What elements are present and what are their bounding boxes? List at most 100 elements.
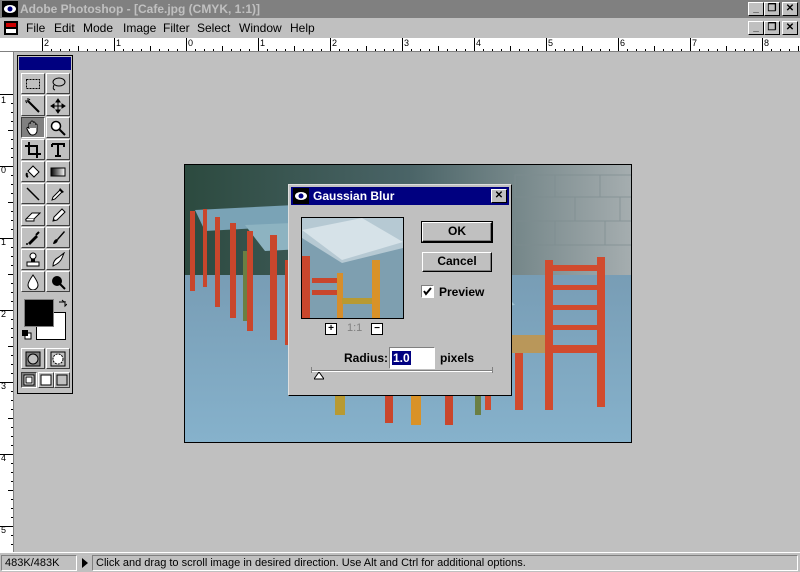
dialog-close-button[interactable]: ✕ <box>491 189 507 203</box>
ruler-label: 3 <box>1 381 7 391</box>
ruler-label: 2 <box>44 38 50 48</box>
document-control-icon[interactable] <box>3 20 19 36</box>
slider-thumb-icon[interactable] <box>314 372 324 380</box>
type-icon <box>51 143 65 157</box>
standard-mode-icon <box>25 351 41 367</box>
gradient-tool[interactable] <box>46 161 70 182</box>
menu-edit[interactable]: Edit <box>54 21 75 35</box>
default-colors-icon[interactable] <box>22 330 32 340</box>
preview-label[interactable]: Preview <box>439 285 484 299</box>
menu-file[interactable]: File <box>26 21 45 35</box>
menu-image[interactable]: Image <box>123 21 156 35</box>
color-swatch-area <box>21 297 70 343</box>
ruler-label: 2 <box>1 309 7 319</box>
restore-icon: ❐ <box>767 22 777 33</box>
zoom-in-button[interactable]: + <box>325 323 337 335</box>
toolbox-title-bar[interactable] <box>19 57 71 70</box>
swap-colors-icon[interactable] <box>57 299 67 309</box>
screen-mode-full-menu[interactable] <box>38 372 54 388</box>
type-tool[interactable] <box>46 139 70 160</box>
doc-restore-button[interactable]: ❐ <box>764 21 780 35</box>
menu-filter[interactable]: Filter <box>163 21 190 35</box>
zoom-tool[interactable] <box>46 117 70 138</box>
quick-mask-button[interactable] <box>46 348 70 369</box>
marquee-tool[interactable] <box>21 73 45 94</box>
foreground-color-swatch[interactable] <box>24 299 54 327</box>
burn-tool[interactable] <box>46 271 70 292</box>
pencil-tool[interactable] <box>46 205 70 226</box>
photoshop-eye-icon <box>293 188 309 204</box>
smudge-tool[interactable] <box>46 249 70 270</box>
magic-wand-tool[interactable] <box>21 95 45 116</box>
radius-label: Radius: <box>344 351 389 365</box>
plus-icon: + <box>328 323 334 334</box>
minimize-button[interactable]: _ <box>748 2 764 16</box>
pencil-icon <box>52 208 66 222</box>
eyedropper-tool[interactable] <box>46 183 70 204</box>
lasso-icon <box>52 77 66 91</box>
magnifier-icon <box>50 120 66 136</box>
blur-preview[interactable] <box>301 217 404 319</box>
radius-value: 1.0 <box>392 351 411 365</box>
minimize-icon: _ <box>753 3 759 14</box>
rubber-stamp-tool[interactable] <box>21 249 45 270</box>
line-icon <box>26 187 40 201</box>
close-button[interactable]: ✕ <box>782 2 798 16</box>
eraser-icon <box>25 212 41 222</box>
airbrush-tool[interactable] <box>21 227 45 248</box>
quick-mask-icon <box>50 351 66 367</box>
horizontal-ruler[interactable]: 2 1 0 1 2 3 4 5 6 7 8 <box>0 38 800 52</box>
ruler-label: 1 <box>116 38 122 48</box>
magic-wand-icon <box>25 98 40 113</box>
menu-select[interactable]: Select <box>197 21 230 35</box>
crop-icon <box>25 142 41 158</box>
blur-tool[interactable] <box>21 271 45 292</box>
ruler-label: 8 <box>764 38 770 48</box>
status-arrow-icon[interactable] <box>80 558 90 568</box>
menu-help[interactable]: Help <box>290 21 315 35</box>
close-icon: ✕ <box>785 3 795 14</box>
restore-button[interactable]: ❐ <box>764 2 780 16</box>
dialog-title-bar[interactable]: Gaussian Blur ✕ <box>291 187 509 205</box>
screen-mode-full[interactable] <box>54 372 70 388</box>
minus-icon: − <box>374 323 380 334</box>
standard-mode-button[interactable] <box>21 348 45 369</box>
ruler-label: 5 <box>548 38 554 48</box>
crop-tool[interactable] <box>21 139 45 160</box>
ruler-label: 0 <box>188 38 194 48</box>
doc-minimize-button[interactable]: _ <box>748 21 764 35</box>
eraser-tool[interactable] <box>21 205 45 226</box>
radius-unit: pixels <box>440 351 475 365</box>
zoom-level: 1:1 <box>347 322 363 334</box>
app-title-bar[interactable]: Adobe Photoshop - [Cafe.jpg (CMYK, 1:1)]… <box>0 0 800 18</box>
radius-input[interactable]: 1.0 <box>389 347 435 369</box>
vertical-ruler[interactable]: 1 0 1 2 3 4 5 <box>0 52 14 552</box>
doc-close-button[interactable]: ✕ <box>782 21 798 35</box>
radius-slider-track[interactable] <box>311 370 493 372</box>
ruler-label: 1 <box>1 95 7 105</box>
line-tool[interactable] <box>21 183 45 204</box>
marquee-icon <box>26 79 40 89</box>
menu-mode[interactable]: Mode <box>83 21 113 35</box>
move-tool[interactable] <box>46 95 70 116</box>
screen-mode-standard[interactable] <box>21 372 37 388</box>
burn-icon <box>52 276 66 290</box>
preview-checkbox[interactable] <box>421 285 434 298</box>
paint-bucket-tool[interactable] <box>21 161 45 182</box>
hand-tool[interactable] <box>21 117 45 138</box>
ok-button[interactable]: OK <box>421 221 493 243</box>
lasso-tool[interactable] <box>46 73 70 94</box>
document-size: 483K/483K <box>1 555 77 571</box>
paintbrush-tool[interactable] <box>46 227 70 248</box>
ruler-label: 7 <box>692 38 698 48</box>
gradient-icon <box>50 167 66 177</box>
status-message: Click and drag to scroll image in desire… <box>92 555 798 571</box>
move-icon <box>50 98 66 114</box>
restore-icon: ❐ <box>767 3 777 14</box>
checkmark-icon <box>423 287 432 296</box>
paint-bucket-icon <box>25 165 40 178</box>
zoom-out-button[interactable]: − <box>371 323 383 335</box>
menu-window[interactable]: Window <box>239 21 282 35</box>
app-title: Adobe Photoshop - [Cafe.jpg (CMYK, 1:1)] <box>20 2 260 16</box>
cancel-button[interactable]: Cancel <box>422 252 492 272</box>
